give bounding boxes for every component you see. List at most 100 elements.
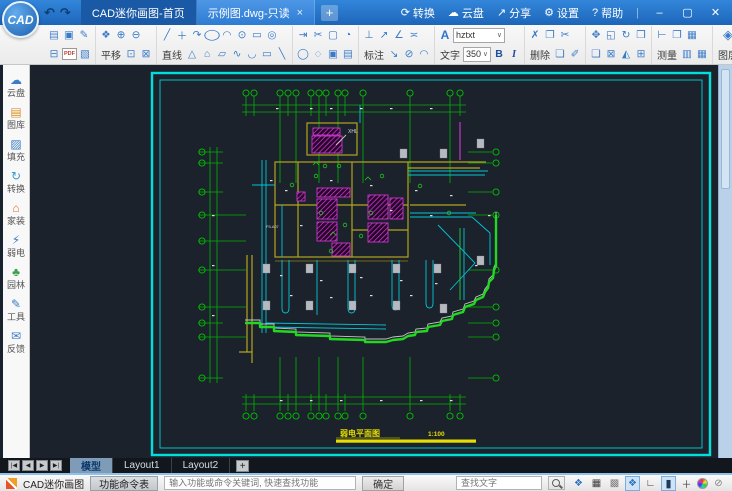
dim-radius-icon[interactable]: ⊘: [402, 46, 416, 62]
delete-tool-label[interactable]: 删除: [528, 47, 552, 62]
array-icon[interactable]: ⊞: [634, 46, 648, 62]
donut-icon[interactable]: ◎: [265, 27, 279, 43]
circle-icon[interactable]: ⊙: [235, 27, 249, 43]
italic-button[interactable]: I: [507, 46, 521, 62]
sidebar-item-fill[interactable]: ▨ 填充: [3, 136, 29, 164]
sidebar-item-convert[interactable]: ↻ 转换: [3, 168, 29, 196]
image-export-icon[interactable]: ▧: [78, 46, 92, 62]
dim-arc-icon[interactable]: ◠: [417, 46, 431, 62]
cloud-action[interactable]: ☁ 云盘: [448, 5, 484, 21]
offset-icon[interactable]: ❑: [589, 46, 603, 62]
rotate-icon[interactable]: ↻: [619, 27, 633, 43]
copy-icon[interactable]: ❐: [543, 27, 557, 43]
paste-icon[interactable]: ❏: [553, 46, 567, 62]
sheet-tab[interactable]: Layout1: [113, 458, 172, 473]
sheet-nav-button[interactable]: ▶|: [50, 460, 62, 471]
maximize-button[interactable]: ▢: [680, 6, 695, 19]
titlebar-tab[interactable]: CAD迷你画图-首页: [81, 0, 197, 25]
parallelogram-icon[interactable]: ▱: [215, 46, 229, 62]
find-text-input[interactable]: [456, 476, 542, 490]
sidebar-item-home-deco[interactable]: ⌂ 家装: [3, 200, 29, 228]
command-table-button[interactable]: 功能命令表: [90, 476, 158, 491]
circle3-icon[interactable]: ◌: [311, 46, 325, 62]
line-tool-label[interactable]: 直线: [160, 47, 184, 62]
ellipse-icon[interactable]: ◯: [202, 27, 222, 43]
triangle-icon[interactable]: △: [185, 46, 199, 62]
print-icon[interactable]: ⊟: [47, 46, 61, 62]
pan-hand-icon[interactable]: ❖: [99, 27, 113, 43]
forward-icon[interactable]: ↷: [60, 5, 71, 21]
cut-icon[interactable]: ✂: [558, 27, 572, 43]
sheet-nav-button[interactable]: ▶: [36, 460, 48, 471]
bold-button[interactable]: B: [492, 46, 506, 62]
new-tab-button[interactable]: +: [321, 5, 338, 21]
tab-close-icon[interactable]: ×: [297, 7, 303, 19]
sheet-tab[interactable]: 模型: [70, 458, 113, 473]
dim-linear-icon[interactable]: ⊥: [362, 27, 376, 43]
rectangle-icon[interactable]: ▭: [250, 27, 264, 43]
polyline-icon[interactable]: ＋: [175, 27, 189, 43]
sidebar-item-tools[interactable]: ✎ 工具: [3, 296, 29, 324]
sidebar-item-weak-current[interactable]: ⚡ 弱电: [3, 232, 29, 260]
measure-length-icon[interactable]: ⊢: [655, 27, 669, 43]
xline-icon[interactable]: ╲: [275, 46, 289, 62]
zoom-in-icon[interactable]: ⊕: [114, 27, 128, 43]
titlebar-tab[interactable]: 示例图.dwg-只读 ×: [197, 0, 315, 25]
grid-light-icon[interactable]: ▩: [607, 476, 622, 491]
osnap-icon[interactable]: ❖: [625, 476, 640, 491]
format-brush-icon[interactable]: ✐: [568, 46, 582, 62]
sheet-nav-button[interactable]: ◀: [22, 460, 34, 471]
save-as-icon[interactable]: ✎: [77, 27, 91, 43]
app-logo[interactable]: CAD: [2, 1, 39, 38]
arc3-icon[interactable]: ◡: [245, 46, 259, 62]
dim-angular-icon[interactable]: ∠: [392, 27, 406, 43]
text-color-icon[interactable]: A: [438, 27, 452, 43]
delete-icon[interactable]: ✗: [528, 27, 542, 43]
share-action[interactable]: ↗ 分享: [497, 5, 531, 21]
drawing-canvas[interactable]: XHL P3-A07 弱电平面图 1:100: [30, 65, 718, 458]
mirror-icon[interactable]: ◭: [619, 46, 633, 62]
dim-tool-label[interactable]: 标注: [362, 47, 386, 62]
pan-tool-label[interactable]: 平移: [99, 47, 123, 62]
zoom-out-icon[interactable]: ⊖: [129, 27, 143, 43]
scrollbar-thumb[interactable]: [721, 69, 730, 189]
sidebar-item-cloud[interactable]: ☁ 云盘: [3, 72, 29, 100]
convert-action[interactable]: ⟳ 转换: [401, 5, 435, 21]
lineweight-icon[interactable]: ▮: [661, 476, 676, 491]
rect2-icon[interactable]: ▭: [260, 46, 274, 62]
zoom-extents-icon[interactable]: ⊠: [139, 46, 153, 62]
region-icon[interactable]: ▢: [326, 27, 340, 43]
search-icon[interactable]: [548, 476, 565, 490]
pie-icon[interactable]: ◔: [341, 27, 355, 43]
sheet-nav-button[interactable]: |◀: [8, 460, 20, 471]
open-file-icon[interactable]: ▤: [47, 27, 61, 43]
settings-action[interactable]: ⚙ 设置: [544, 5, 579, 21]
scissors-icon[interactable]: ✂: [311, 27, 325, 43]
command-input[interactable]: [164, 476, 356, 490]
dim-continue-icon[interactable]: ≍: [407, 27, 421, 43]
measure-table-icon[interactable]: ▦: [685, 27, 699, 43]
grid-dark-icon[interactable]: ▦: [589, 476, 604, 491]
vertical-scrollbar[interactable]: [718, 65, 732, 458]
circle2-icon[interactable]: ◯: [296, 46, 310, 62]
font-select[interactable]: hztxt ∨: [453, 28, 505, 43]
pdf-icon[interactable]: PDF: [62, 48, 77, 60]
close-button[interactable]: ✕: [708, 6, 723, 19]
layer-tool-label[interactable]: 图层: [716, 47, 732, 62]
layers-icon[interactable]: ◈: [721, 27, 732, 43]
sidebar-item-landscape[interactable]: ♣ 园林: [3, 264, 29, 292]
back-icon[interactable]: ↶: [44, 5, 55, 21]
measure-grid-icon[interactable]: ▦: [695, 46, 709, 62]
zoom-window-icon[interactable]: ⊡: [124, 46, 138, 62]
ortho-icon[interactable]: ∟: [643, 476, 658, 491]
minimize-button[interactable]: –: [652, 7, 667, 19]
crosshair-icon[interactable]: ＋: [679, 476, 694, 491]
measure-image-icon[interactable]: ▥: [680, 46, 694, 62]
hatch-icon[interactable]: ▣: [326, 46, 340, 62]
sheet-tab[interactable]: Layout2: [172, 458, 231, 473]
erase-style-icon[interactable]: ⊘: [711, 476, 726, 491]
spline-icon[interactable]: ∿: [230, 46, 244, 62]
extend-icon[interactable]: ⇥: [296, 27, 310, 43]
block-lib-icon[interactable]: ▤: [341, 46, 355, 62]
dim-leader-icon[interactable]: ↘: [387, 46, 401, 62]
